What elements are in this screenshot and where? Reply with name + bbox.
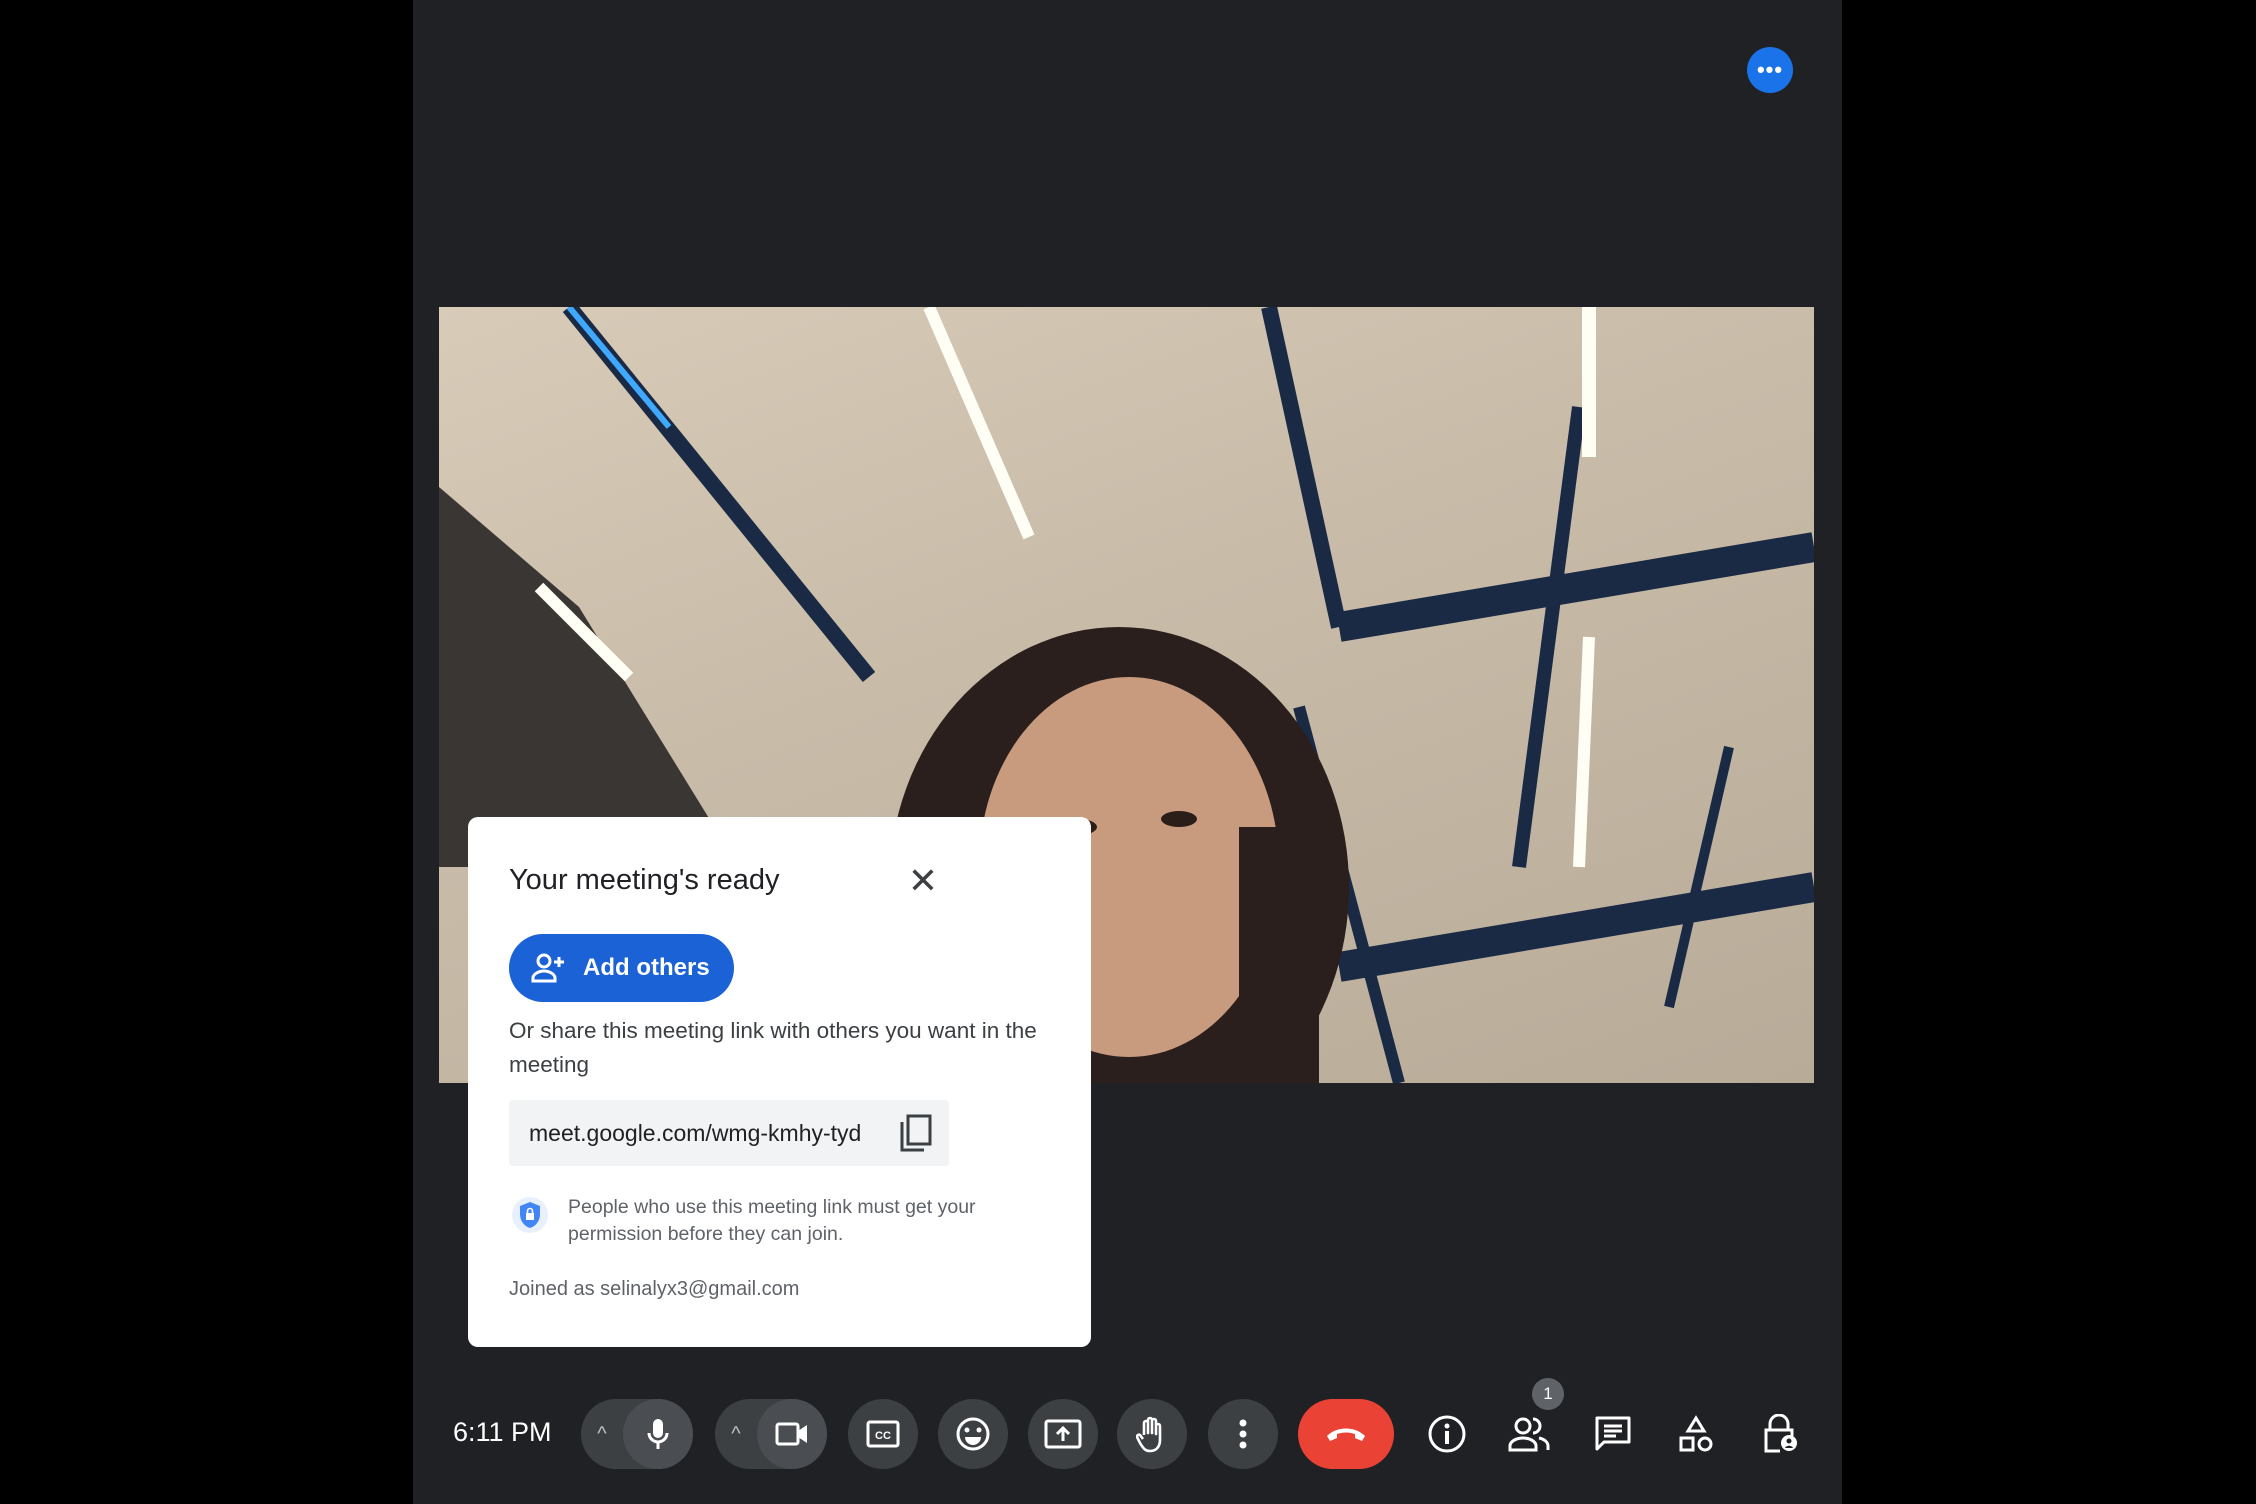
chat-button[interactable] [1588,1409,1638,1459]
camera-button[interactable] [757,1399,827,1469]
permission-note: People who use this meeting link must ge… [568,1196,976,1245]
joined-as-text: Joined as selinalyx3@gmail.com [509,1278,800,1300]
close-icon: ✕ [907,860,939,901]
more-actions-button[interactable] [1208,1399,1278,1469]
raise-hand-icon [1136,1416,1162,1453]
chat-icon [1595,1416,1631,1451]
mic-options-chevron[interactable]: ^ [581,1423,623,1446]
raise-hand-button[interactable] [1117,1399,1187,1469]
shield-lock-icon [512,1197,548,1233]
emoji-icon [956,1417,990,1451]
copy-link-button[interactable] [895,1113,935,1153]
hang-up-icon [1327,1428,1365,1441]
clock: 6:11 PM [453,1417,552,1447]
captions-button[interactable]: CC [848,1399,918,1469]
people-button[interactable] [1504,1409,1554,1459]
more-vertical-icon [1239,1419,1247,1449]
svg-text:CC: CC [875,1430,891,1442]
copy-icon [900,1114,932,1152]
lock-person-icon [1764,1414,1797,1453]
host-controls-button[interactable] [1755,1409,1805,1459]
add-person-icon [531,953,564,983]
meeting-link-text[interactable]: meet.google.com/wmg-kmhy-tyd [529,1120,861,1147]
reactions-button[interactable] [938,1399,1008,1469]
closed-captions-icon: CC [866,1420,900,1448]
present-screen-button[interactable] [1028,1399,1098,1469]
leave-call-button[interactable] [1298,1399,1394,1469]
share-description: Or share this meeting link with others y… [509,1018,1037,1077]
close-dialog-button[interactable]: ✕ [903,861,943,901]
camera-options-chevron[interactable]: ^ [715,1423,757,1446]
activities-shapes-icon [1679,1415,1713,1452]
info-icon [1428,1415,1466,1453]
participant-count-badge: 1 [1532,1378,1564,1410]
mic-group: ^ [581,1399,693,1469]
dialog-title: Your meeting's ready [509,864,780,896]
microphone-icon [647,1419,669,1449]
mic-button[interactable] [623,1399,693,1469]
meeting-link-field[interactable]: meet.google.com/wmg-kmhy-tyd [509,1100,949,1166]
present-screen-icon [1044,1419,1082,1449]
meeting-ready-dialog: Your meeting's ready ✕ Add others Or sha… [468,817,1091,1347]
add-others-button[interactable]: Add others [509,934,734,1002]
people-icon [1508,1417,1550,1452]
activities-button[interactable] [1671,1409,1721,1459]
camera-group: ^ [715,1399,827,1469]
meeting-details-button[interactable] [1422,1409,1472,1459]
add-others-label: Add others [583,954,710,981]
more-options-button[interactable]: ••• [1747,47,1793,93]
video-camera-icon [775,1422,807,1446]
